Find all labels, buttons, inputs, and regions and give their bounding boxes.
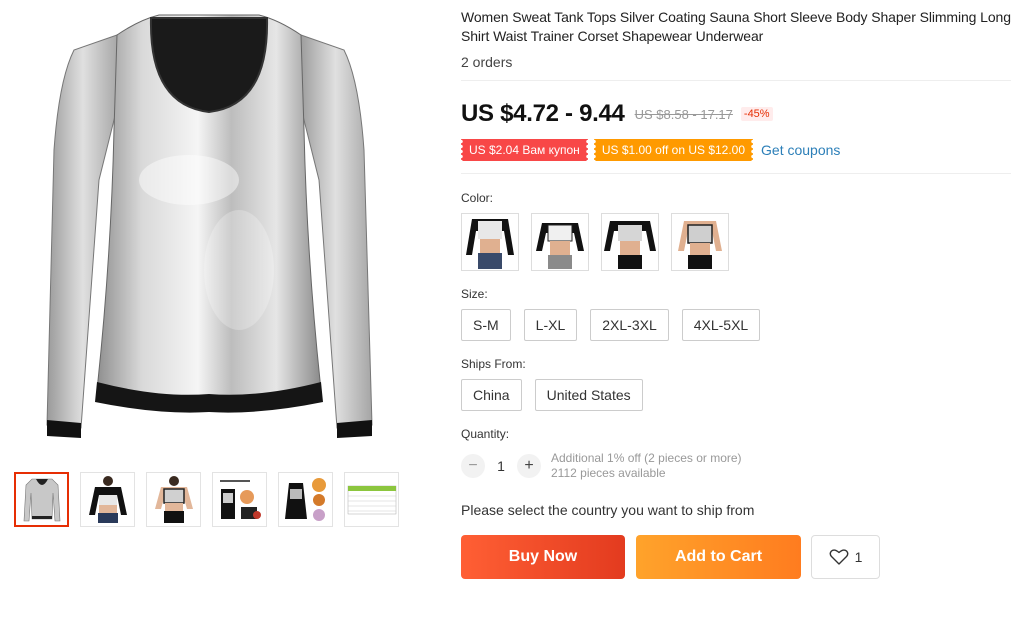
wishlist-button[interactable]: 1	[811, 535, 880, 579]
ship-country-message: Please select the country you want to sh…	[461, 502, 755, 518]
thumbnail-6[interactable]	[344, 472, 399, 527]
main-product-image[interactable]	[14, 10, 404, 450]
coupon-select[interactable]: US $1.00 off on US $12.00	[593, 139, 754, 161]
thumbnail-strip	[14, 472, 399, 527]
ships-from-options: China United States	[461, 379, 1011, 411]
discount-badge: -45%	[740, 107, 773, 121]
color-swatches	[461, 213, 1011, 271]
quantity-decrease-button[interactable]: −	[461, 454, 485, 478]
size-option-2xl-3xl[interactable]: 2XL-3XL	[590, 309, 669, 341]
divider	[461, 173, 1011, 174]
color-swatch-1[interactable]	[461, 213, 519, 271]
comparison-thumb-icon	[217, 477, 262, 519]
quantity-increase-button[interactable]: +	[517, 454, 541, 478]
quantity-value[interactable]: 1	[485, 458, 517, 474]
bulk-discount-text: Additional 1% off (2 pieces or more)	[551, 451, 742, 465]
thumbnail-3[interactable]	[146, 472, 201, 527]
size-chart-thumb-icon	[347, 485, 396, 514]
size-option-s-m[interactable]: S-M	[461, 309, 511, 341]
stock-available-text: 2112 pieces available	[551, 466, 666, 480]
color-swatch-4[interactable]	[671, 213, 729, 271]
current-price: US $4.72 - 9.44	[461, 100, 625, 127]
quantity-label: Quantity:	[461, 427, 510, 441]
add-to-cart-button[interactable]: Add to Cart	[636, 535, 801, 579]
coupon-store[interactable]: US $2.04 Вам купон	[461, 139, 588, 161]
ships-from-united-states[interactable]: United States	[534, 379, 643, 411]
silver-vest-icon	[678, 221, 722, 269]
silver-black-top-icon	[536, 223, 584, 269]
silver-white-top-icon	[466, 219, 514, 269]
divider	[461, 80, 1011, 81]
heart-icon	[829, 549, 849, 565]
get-coupons-link[interactable]: Get coupons	[761, 142, 840, 158]
thumbnail-2[interactable]	[80, 472, 135, 527]
ships-from-china[interactable]: China	[461, 379, 522, 411]
action-buttons: Buy Now Add to Cart 1	[461, 535, 1011, 579]
wishlist-count: 1	[854, 549, 863, 565]
size-options: S-M L-XL 2XL-3XL 4XL-5XL	[461, 309, 1011, 341]
product-info: Women Sweat Tank Tops Silver Coating Sau…	[461, 0, 1011, 579]
buy-now-button[interactable]: Buy Now	[461, 535, 625, 579]
color-swatch-3[interactable]	[601, 213, 659, 271]
size-option-l-xl[interactable]: L-XL	[523, 309, 578, 341]
model-crop-top-thumb-icon	[154, 475, 193, 523]
thumbnail-4[interactable]	[212, 472, 267, 527]
color-swatch-2[interactable]	[531, 213, 589, 271]
silver-black-crop-icon	[604, 221, 656, 269]
thumbnail-5[interactable]	[278, 472, 333, 527]
order-count: 2 orders	[461, 54, 513, 70]
product-title: Women Sweat Tank Tops Silver Coating Sau…	[461, 9, 1011, 44]
silver-shirt-thumb-icon	[23, 478, 60, 521]
size-option-4xl-5xl[interactable]: 4XL-5XL	[681, 309, 761, 341]
price-row: US $4.72 - 9.44 US $8.58 - 17.17 -45%	[461, 99, 1011, 129]
color-label: Color:	[461, 191, 494, 205]
original-price: US $8.58 - 17.17	[634, 106, 733, 122]
model-black-shirt-thumb-icon	[88, 475, 127, 523]
features-thumb-icon	[284, 477, 326, 521]
quantity-info: Additional 1% off (2 pieces or more) 211…	[551, 451, 742, 481]
quantity-stepper: − 1 + Additional 1% off (2 pieces or mor…	[461, 451, 1011, 481]
thumbnail-1[interactable]	[14, 472, 69, 527]
size-label: Size:	[461, 287, 488, 301]
silver-shirt-image	[46, 14, 373, 438]
coupon-row: US $2.04 Вам купон US $1.00 off on US $1…	[461, 139, 1011, 161]
ships-from-label: Ships From:	[461, 357, 526, 371]
